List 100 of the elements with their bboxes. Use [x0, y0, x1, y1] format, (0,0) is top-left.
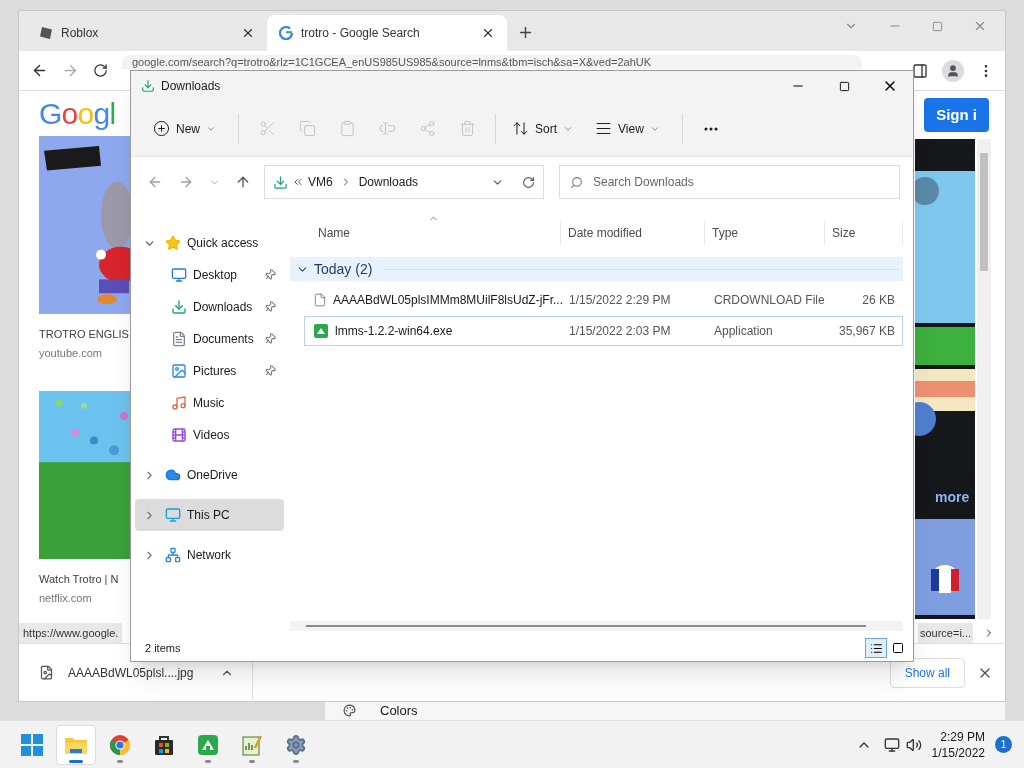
column-header[interactable]: Date modified — [561, 221, 705, 245]
scrollbar[interactable] — [977, 139, 991, 619]
file-icon — [313, 292, 327, 308]
nav-item[interactable]: Quick access — [135, 227, 284, 259]
status-text: 2 items — [145, 640, 182, 656]
nav-item[interactable]: Documents — [135, 323, 284, 355]
file-row[interactable]: lmms-1.2.2-win64.exe 1/15/2022 2:03 PM Application 35,967 KB — [304, 316, 903, 346]
running-indicator — [117, 759, 123, 763]
download-file-name[interactable]: AAAABdWL05plsl....jpg — [68, 663, 208, 682]
horizontal-scrollbar[interactable] — [290, 621, 903, 631]
refresh-icon[interactable] — [522, 175, 535, 189]
profile-avatar[interactable] — [942, 59, 964, 82]
column-header[interactable]: Type — [705, 221, 825, 245]
nav-label: Documents — [193, 331, 255, 348]
column-header[interactable]: Name — [290, 221, 561, 245]
image-icon — [171, 363, 187, 379]
nav-label: This PC — [187, 507, 231, 524]
up-icon[interactable] — [235, 174, 251, 190]
new-tab-icon[interactable] — [517, 24, 534, 41]
group-header[interactable]: Today (2) — [290, 257, 903, 281]
nav-item[interactable]: Videos — [135, 419, 284, 451]
palette-icon — [343, 703, 356, 717]
clock[interactable]: 2:29 PM 1/15/2022 — [931, 728, 985, 761]
maximize-icon[interactable] — [932, 20, 943, 32]
new-button[interactable]: New — [145, 111, 224, 146]
maximize-icon — [838, 80, 850, 92]
side-panel-icon[interactable] — [912, 62, 928, 79]
nav-item[interactable]: Network — [135, 539, 284, 571]
file-icon — [39, 665, 54, 680]
nav-label: Music — [193, 395, 226, 412]
square-icon — [892, 642, 904, 654]
address-field[interactable]: VM6 Downloads — [264, 165, 544, 199]
result-source: netflix.com — [39, 590, 92, 606]
nav-item[interactable]: Desktop — [135, 259, 284, 291]
nav-item[interactable]: Downloads — [135, 291, 284, 323]
cloud-icon — [165, 467, 181, 483]
search-field[interactable]: Search Downloads — [559, 165, 900, 199]
film-icon — [171, 427, 187, 443]
download-icon — [273, 174, 288, 190]
close-tab-icon[interactable] — [481, 26, 495, 40]
network-icon — [165, 547, 181, 563]
browser-tab[interactable]: trotro - Google Search — [267, 15, 507, 51]
nav-item[interactable]: Music — [135, 387, 284, 419]
nav-label: Videos — [193, 427, 231, 444]
result-title[interactable]: TROTRO ENGLIS — [39, 326, 129, 343]
nav-item[interactable]: OneDrive — [135, 459, 284, 491]
windows-logo-icon — [21, 733, 43, 756]
result-source: youtube.com — [39, 345, 102, 361]
address-bar[interactable]: google.com/search?q=trotro&rlz=1C1GCEA_enUS985US985&source=lnms&tbm=isch&sa=X&ved=2ahUK — [122, 55, 862, 69]
document-icon — [171, 331, 187, 347]
settings-item[interactable]: Colors — [380, 702, 418, 718]
running-indicator — [205, 759, 211, 763]
status-url: https://www.google. — [19, 623, 123, 643]
sort-button[interactable]: Sort — [504, 111, 582, 146]
forward-icon[interactable] — [178, 174, 194, 190]
chrome-logo-icon — [109, 733, 131, 756]
view-button[interactable]: View — [587, 111, 668, 146]
result-title[interactable]: Watch Trotro | N — [39, 571, 119, 588]
gear-icon — [285, 733, 307, 756]
nav-item[interactable]: This PC — [135, 499, 284, 531]
nav-label: Network — [187, 547, 232, 564]
sign-in-button[interactable]: Sign i — [924, 98, 989, 132]
search-icon — [570, 176, 583, 189]
double-chevron-icon[interactable] — [292, 176, 304, 188]
download-icon — [171, 299, 187, 315]
type-cell-text: Application — [713, 323, 774, 340]
column-header[interactable]: Size — [825, 221, 903, 245]
nav-item[interactable]: Pictures — [135, 355, 284, 387]
more-link[interactable]: more — [935, 487, 970, 508]
running-indicator — [69, 759, 83, 763]
file-name: lmms-1.2.2-win64.exe — [335, 323, 453, 340]
monitor-icon — [165, 507, 181, 523]
forward-icon[interactable] — [62, 62, 79, 79]
file-name: AAAABdWL05plsIMMm8MUilF8lsUdZ-jFr... — [332, 292, 563, 309]
google-logo: Googl — [39, 96, 116, 132]
notepad-icon — [241, 733, 263, 756]
nav-label: Pictures — [193, 363, 238, 380]
running-indicator — [249, 759, 255, 763]
app-icon — [313, 323, 329, 339]
nav-label: Desktop — [193, 267, 239, 284]
close-tab-icon[interactable] — [241, 26, 255, 40]
volume-icon[interactable] — [905, 736, 922, 753]
tab-title: Roblox — [61, 25, 100, 42]
details-view-button[interactable] — [865, 638, 887, 658]
type-cell-text: CRDOWNLOAD File — [713, 292, 826, 309]
shopping-bag-icon — [153, 733, 175, 756]
file-row[interactable]: AAAABdWL05plsIMMm8MUilF8lsUdZ-jFr... 1/15/2022 2:29 PM CRDOWNLOAD File 26 KB — [304, 285, 903, 315]
breadcrumb-item[interactable]: VM6 — [308, 173, 333, 191]
size-cell-text: 35,967 KB — [837, 323, 895, 340]
breadcrumb-item[interactable]: Downloads — [358, 173, 419, 191]
nav-label: Quick access — [187, 235, 260, 252]
tab-title: trotro - Google Search — [301, 25, 421, 42]
back-icon[interactable] — [31, 62, 48, 79]
music-icon — [171, 395, 187, 411]
notification-badge[interactable]: 1 — [995, 736, 1012, 753]
network-icon[interactable] — [883, 736, 900, 753]
reload-icon[interactable] — [93, 63, 108, 78]
browser-tab[interactable]: Roblox — [27, 15, 267, 51]
nav-label: Downloads — [193, 299, 254, 316]
window-title: Downloads — [161, 78, 222, 95]
